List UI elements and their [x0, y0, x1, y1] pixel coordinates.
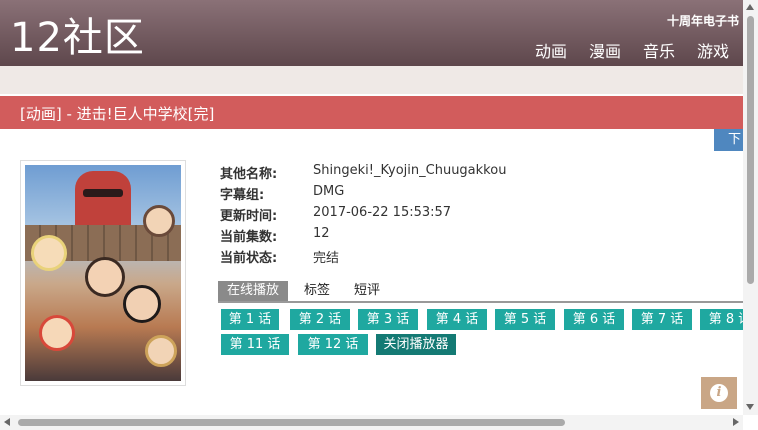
- nav-item-anime[interactable]: 动画: [535, 38, 567, 62]
- close-player-button[interactable]: 关闭播放器: [376, 334, 456, 355]
- scroll-left-icon[interactable]: [4, 418, 10, 426]
- episode-button[interactable]: 第 8 话: [700, 309, 743, 330]
- info-label: 更新时间:: [220, 209, 278, 224]
- tab-reviews[interactable]: 短评: [354, 281, 380, 301]
- horizontal-scrollbar[interactable]: [0, 415, 743, 430]
- info-value: Shingeki!_Kyojin_Chuugakkou: [313, 163, 507, 178]
- nav-item-music[interactable]: 音乐: [643, 38, 675, 62]
- character-6: [145, 335, 177, 367]
- ebook-link[interactable]: 十周年电子书: [667, 12, 739, 29]
- scroll-down-icon[interactable]: [746, 404, 754, 410]
- info-label: 当前集数:: [220, 230, 278, 245]
- info-panel: 其他名称: Shingeki!_Kyojin_Chuugakkou 字幕组: DMG…: [220, 163, 506, 268]
- tab-tags[interactable]: 标签: [304, 281, 330, 301]
- site-logo[interactable]: 12社区: [10, 14, 145, 62]
- info-row: 当前状态: 完结: [220, 247, 506, 268]
- info-value: 12: [313, 226, 330, 241]
- info-row: 更新时间: 2017-06-22 15:53:57: [220, 205, 506, 226]
- episode-button[interactable]: 第 11 话: [221, 334, 289, 355]
- character-1: [85, 257, 125, 297]
- subheader-band: [0, 66, 743, 94]
- info-row: 字幕组: DMG: [220, 184, 506, 205]
- episode-button[interactable]: 第 3 话: [358, 309, 418, 330]
- cover-image: [20, 160, 186, 386]
- scroll-right-icon[interactable]: [733, 418, 739, 426]
- download-button[interactable]: 下: [714, 129, 743, 151]
- vertical-scroll-thumb[interactable]: [747, 16, 754, 284]
- tab-online-play[interactable]: 在线播放: [218, 281, 289, 301]
- character-5: [143, 205, 175, 237]
- info-row: 其他名称: Shingeki!_Kyojin_Chuugakkou: [220, 163, 506, 184]
- episode-button[interactable]: 第 4 话: [427, 309, 487, 330]
- main-nav: 动画 漫画 音乐 游戏: [513, 38, 729, 62]
- episode-button[interactable]: 第 12 话: [298, 334, 368, 355]
- character-2: [123, 285, 161, 323]
- episode-button[interactable]: 第 2 话: [290, 309, 350, 330]
- info-value: DMG: [313, 184, 345, 199]
- info-icon: i: [710, 384, 728, 402]
- horizontal-scroll-thumb[interactable]: [18, 419, 565, 426]
- info-label: 其他名称:: [220, 167, 278, 182]
- vertical-scrollbar[interactable]: [743, 0, 758, 415]
- info-label: 当前状态:: [220, 251, 278, 266]
- episode-button[interactable]: 第 7 话: [632, 309, 692, 330]
- site-header: 12社区 十周年电子书 动画 漫画 音乐 游戏: [0, 0, 743, 66]
- nav-item-manga[interactable]: 漫画: [589, 38, 621, 62]
- scroll-up-icon[interactable]: [746, 4, 754, 10]
- nav-item-games[interactable]: 游戏: [697, 38, 729, 62]
- episode-button[interactable]: 第 5 话: [495, 309, 555, 330]
- episode-button[interactable]: 第 6 话: [564, 309, 624, 330]
- info-value: 完结: [313, 251, 340, 266]
- info-value: 2017-06-22 15:53:57: [313, 205, 452, 220]
- title-bar: [动画] - 进击!巨人中学校[完]: [0, 96, 743, 129]
- character-3: [31, 235, 67, 271]
- info-button[interactable]: i: [701, 377, 737, 409]
- character-4: [39, 315, 75, 351]
- content-tabs: 在线播放 标签 短评: [218, 281, 743, 303]
- cover-artwork: [25, 165, 181, 381]
- info-label: 字幕组:: [220, 188, 265, 203]
- titan-eyes: [83, 189, 123, 197]
- episode-button[interactable]: 第 1 话: [221, 309, 279, 330]
- info-row: 当前集数: 12: [220, 226, 506, 247]
- episode-list: 第 1 话 第 2 话 第 3 话 第 4 话 第 5 话 第 6 话 第 7 …: [221, 309, 743, 359]
- page-title: [动画] - 进击!巨人中学校[完]: [20, 105, 215, 123]
